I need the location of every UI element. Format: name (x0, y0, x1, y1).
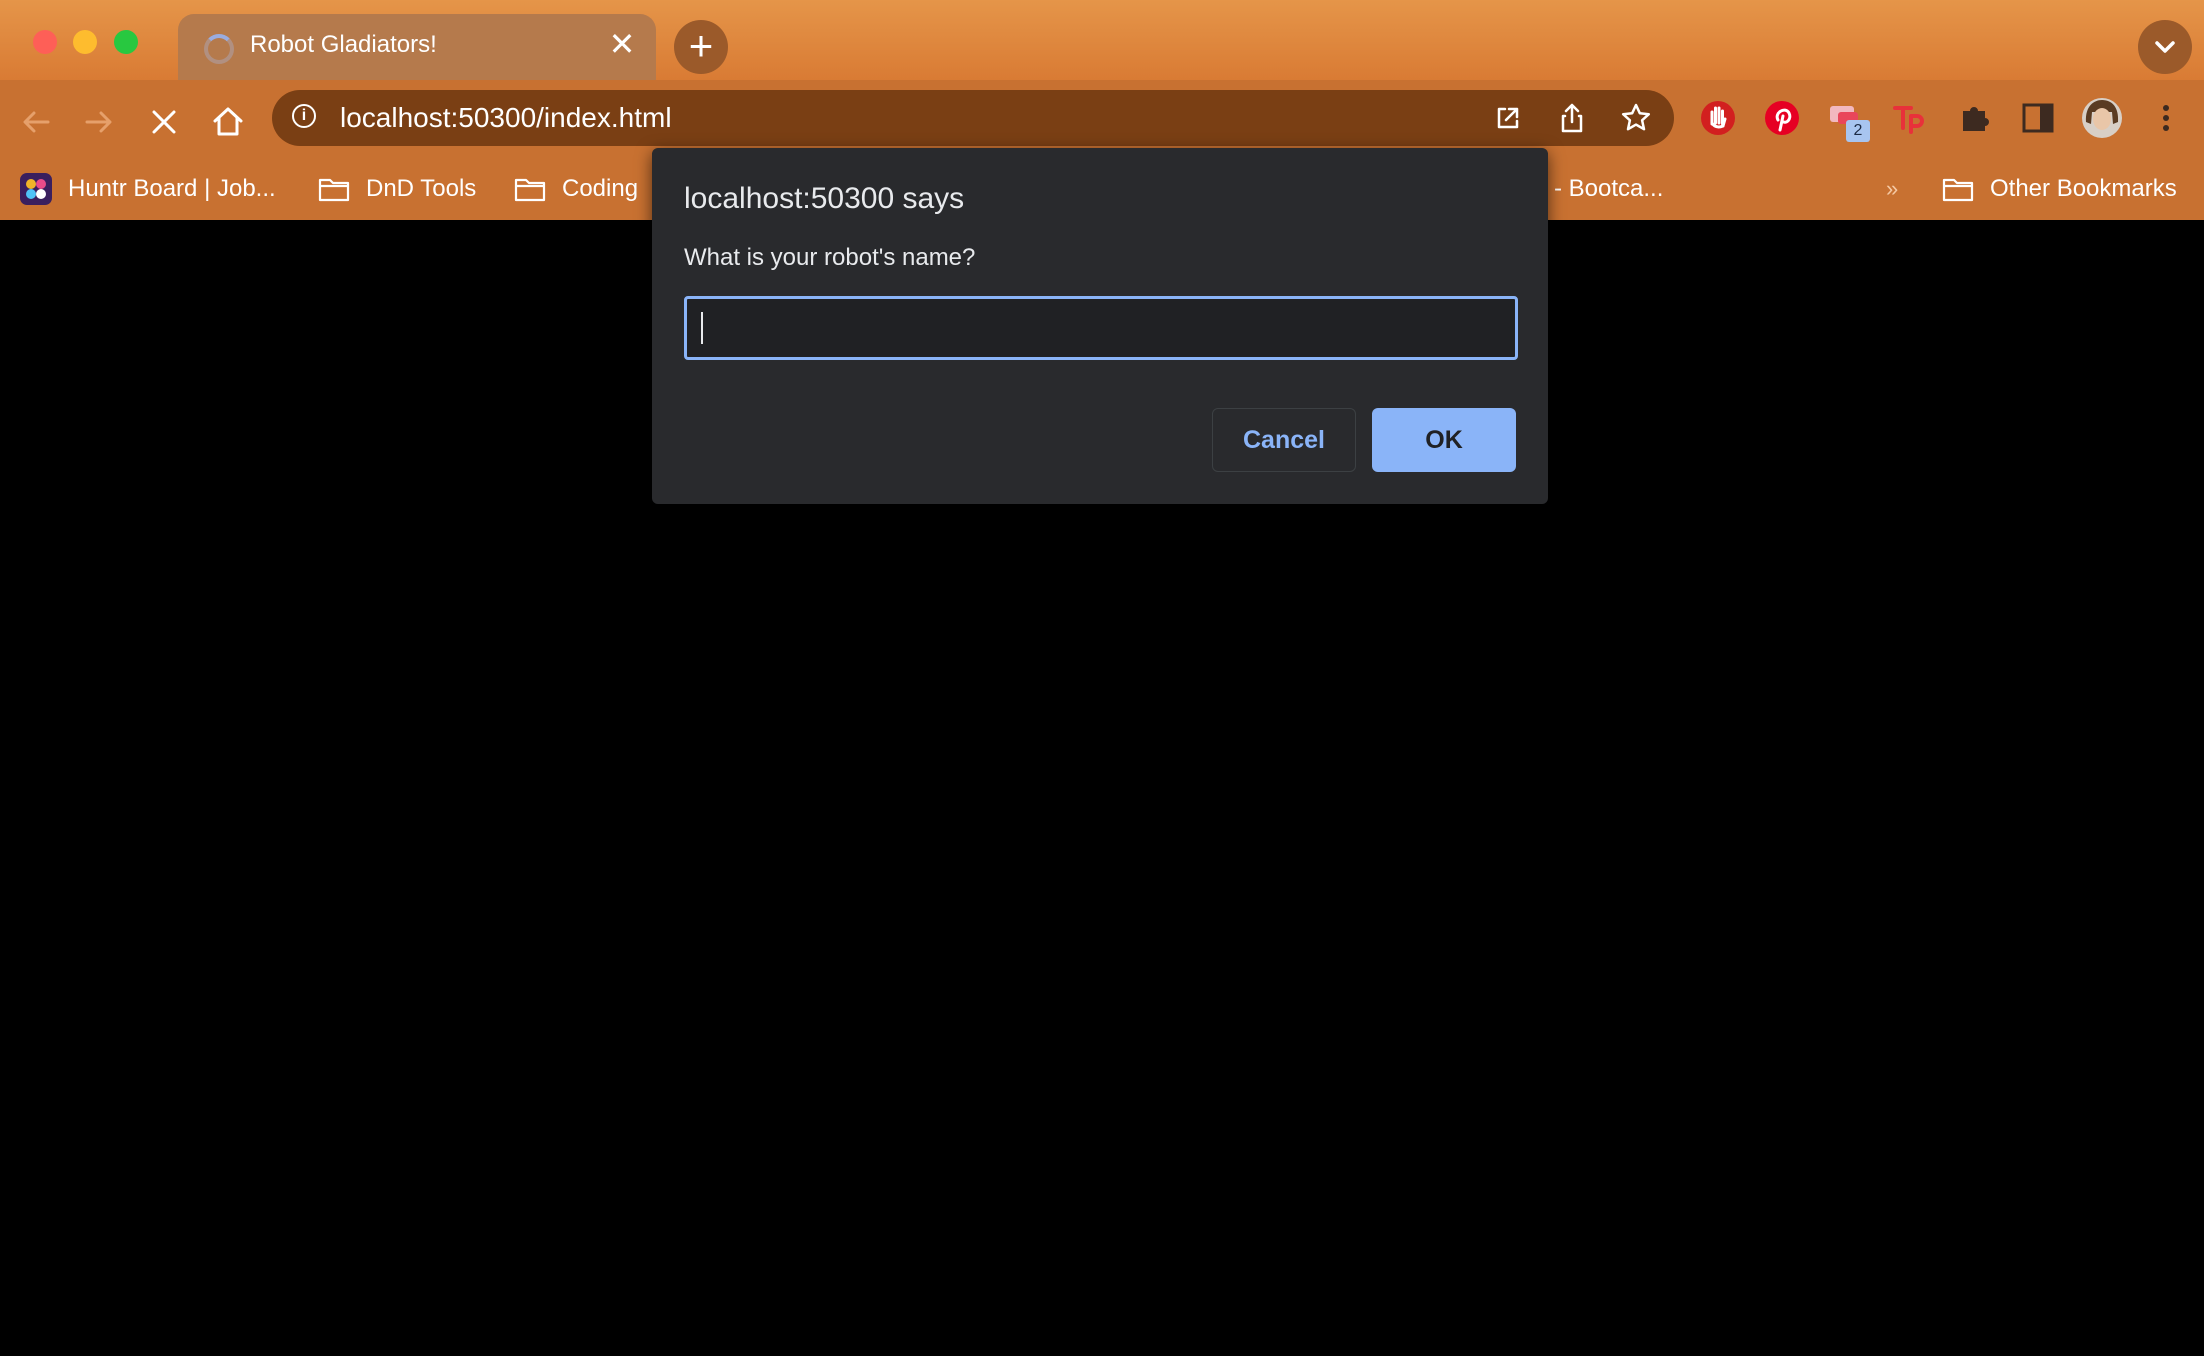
prompt-dialog: localhost:50300 says What is your robot'… (652, 148, 1548, 504)
forward-arrow-icon[interactable] (77, 100, 121, 144)
bookmark-label: - Bootca... (1554, 175, 1664, 202)
zoom-window-button[interactable] (114, 30, 138, 54)
tab-title: Robot Gladiators! (250, 31, 437, 58)
tp-extension-icon[interactable] (1888, 96, 1932, 140)
tab-robot-gladiators[interactable]: Robot Gladiators! ✕ (178, 14, 656, 80)
bookmark-folder-other[interactable]: Other Bookmarks (1942, 168, 2177, 210)
dialog-title: localhost:50300 says (684, 182, 965, 215)
chevron-down-icon (2155, 41, 2175, 53)
bookmark-label: Other Bookmarks (1990, 175, 2177, 202)
tab-search-button[interactable] (2138, 20, 2192, 74)
bookmarks-overflow-chevron-icon[interactable]: » (1886, 168, 1898, 210)
address-url[interactable]: localhost:50300/index.html (340, 102, 672, 134)
bookmark-star-icon[interactable] (1618, 100, 1654, 136)
open-in-new-window-icon[interactable] (1490, 100, 1526, 136)
text-caret (701, 312, 703, 344)
huntr-logo-icon (20, 173, 52, 205)
extension-badge-count: 2 (1846, 120, 1870, 142)
folder-icon (1942, 178, 1974, 202)
robot-name-input[interactable] (684, 296, 1518, 360)
loading-spinner-icon (204, 34, 234, 64)
new-tab-button[interactable]: + (674, 20, 728, 74)
address-bar[interactable]: i localhost:50300/index.html (272, 90, 1674, 146)
close-window-button[interactable] (33, 30, 57, 54)
adblock-hand-icon[interactable] (1696, 96, 1740, 140)
more-menu-icon[interactable] (2144, 96, 2188, 140)
cancel-button[interactable]: Cancel (1212, 408, 1356, 472)
bookmark-folder-dnd-tools[interactable]: DnD Tools (318, 168, 476, 210)
side-panel-icon[interactable] (2016, 96, 2060, 140)
extension-with-badge[interactable]: 2 (1824, 96, 1870, 142)
tab-strip: Robot Gladiators! ✕ + (0, 0, 2204, 80)
minimize-window-button[interactable] (73, 30, 97, 54)
bookmark-label: Huntr Board | Job... (68, 175, 276, 202)
tab-close-icon[interactable]: ✕ (604, 26, 640, 62)
bookmark-huntr[interactable]: Huntr Board | Job... (20, 168, 276, 210)
home-icon[interactable] (206, 100, 250, 144)
stop-loading-icon[interactable] (142, 100, 186, 144)
folder-icon (514, 178, 546, 202)
site-info-icon[interactable]: i (292, 104, 316, 128)
pinterest-icon[interactable] (1760, 96, 1804, 140)
bookmark-label: DnD Tools (366, 175, 477, 202)
bookmark-label: Coding (562, 175, 639, 202)
folder-icon (318, 178, 350, 202)
back-arrow-icon[interactable] (14, 100, 58, 144)
bookmark-bootcamp[interactable]: - Bootca... (1554, 168, 1663, 210)
share-icon[interactable] (1554, 100, 1590, 136)
profile-avatar[interactable] (2080, 96, 2124, 140)
bookmark-folder-coding[interactable]: Coding (514, 168, 638, 210)
extensions-puzzle-icon[interactable] (1952, 96, 1996, 140)
dialog-message: What is your robot's name? (684, 244, 976, 271)
ok-button[interactable]: OK (1372, 408, 1516, 472)
